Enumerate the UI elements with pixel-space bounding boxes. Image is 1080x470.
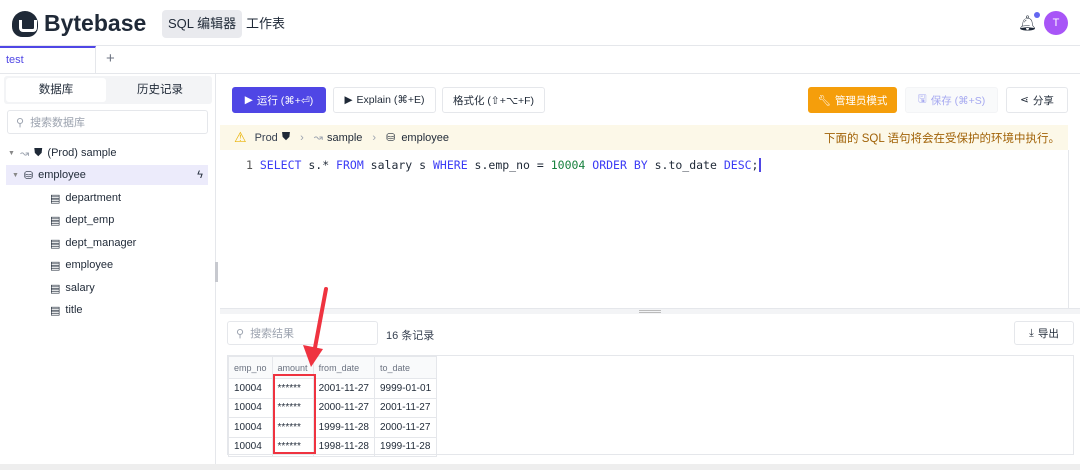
database-icon: ⛁ <box>23 169 34 182</box>
sidebar: 数据库 历史记录 ⚲ 搜索数据库 ▼ ↝ ⛊ (Prod) sample ▼ ⛁ emplo… <box>0 74 218 470</box>
breadcrumb: ⚠ Prod ⛊ › ↝ sample › ⛁ employee 下面的 SQL… <box>220 125 1068 150</box>
table-cell[interactable]: 10004 <box>228 397 273 418</box>
table-cell[interactable]: 10004 <box>228 436 273 457</box>
save-button[interactable]: 🖫︎ 保存 (⌘+S) <box>905 87 998 113</box>
wrench-icon: 🔧︎ <box>817 94 831 107</box>
sql-token: ; <box>751 158 759 172</box>
tab-history[interactable]: 历史记录 <box>108 78 212 102</box>
bottom-bar <box>0 464 1080 470</box>
table-icon: ▤ <box>50 192 61 205</box>
table-cell[interactable]: 1999-11-28 <box>373 436 438 457</box>
table-cell[interactable]: 10004 <box>228 417 273 438</box>
table-cell[interactable]: 9999-01-01 <box>373 378 438 399</box>
admin-mode-button[interactable]: 🔧︎ 管理员模式 <box>808 87 897 113</box>
mysql-icon: ↝ <box>313 132 323 144</box>
tree-table[interactable]: ▤ title <box>50 300 83 320</box>
share-icon: ⋖ <box>1020 94 1029 106</box>
bytebase-logo-icon <box>12 10 38 37</box>
protected-env-warning: 下面的 SQL 语句将会在受保护的环境中执行。 <box>824 132 1060 145</box>
sql-token: s.emp_no = <box>467 158 551 172</box>
breadcrumb-database[interactable]: employee <box>401 132 449 144</box>
editor-scrollbar[interactable] <box>1068 150 1069 310</box>
tab-databases[interactable]: 数据库 <box>6 78 106 102</box>
record-count: 16 条记录 <box>386 330 435 342</box>
tree-table[interactable]: ▤ dept_manager <box>50 233 136 253</box>
bell-icon[interactable]: 🔔︎ <box>1018 12 1041 32</box>
table-icon: ▤ <box>50 214 61 227</box>
warning-icon: ⚠ <box>234 129 247 145</box>
table-cell[interactable]: 1998-11-28 <box>312 436 375 457</box>
table-row[interactable]: 10004 ****** 1998-11-28 1999-11-28 <box>228 436 438 457</box>
avatar[interactable]: T <box>1044 11 1068 35</box>
table-cell[interactable]: 1999-11-28 <box>312 417 375 438</box>
table-icon: ▤ <box>50 304 61 317</box>
breadcrumb-instance[interactable]: sample <box>327 132 362 144</box>
table-cell[interactable]: 2001-11-27 <box>373 397 438 418</box>
table-cell[interactable]: 10004 <box>228 378 273 399</box>
tree-table[interactable]: ▤ salary <box>50 278 95 298</box>
run-button[interactable]: ▶ 运行 (⌘+⏎) <box>232 87 326 113</box>
tab-bar: test + <box>0 46 1080 74</box>
sql-token: ORDER BY <box>592 158 648 172</box>
tree-table[interactable]: ▤ employee <box>50 255 113 275</box>
sql-token: DESC <box>723 158 752 172</box>
column-header[interactable]: emp_no <box>228 356 273 379</box>
shield-icon: ⛊ <box>34 146 43 159</box>
tree-instance[interactable]: ▼ ↝ ⛊ (Prod) sample <box>8 143 116 163</box>
sql-token: SELECT <box>259 158 302 172</box>
table-row[interactable]: 10004 ****** 1999-11-28 2000-11-27 <box>228 417 438 438</box>
sql-token: s.* <box>301 158 337 172</box>
add-tab-button[interactable]: + <box>106 50 115 67</box>
tree-database[interactable]: ▼ ⛁ employee ϟ <box>6 165 208 185</box>
search-icon: ⚲ <box>16 116 25 129</box>
share-button[interactable]: ⋖ 分享 <box>1006 87 1068 113</box>
tree-table[interactable]: ▤ dept_emp <box>50 210 114 230</box>
database-icon: ⛁ <box>386 132 396 144</box>
table-icon: ▤ <box>50 282 61 295</box>
export-button[interactable]: ⤓ 导出 <box>1014 321 1074 345</box>
play-icon: ▶ <box>244 94 253 106</box>
format-button[interactable]: 格式化 (⇧+⌥+F) <box>442 87 545 113</box>
result-table-wrapper: emp_no amount from_date to_date 10004 ***… <box>227 355 1074 457</box>
database-search-input[interactable]: ⚲ 搜索数据库 <box>7 110 208 134</box>
mysql-icon: ↝ <box>19 147 30 160</box>
nav-sql-editor[interactable]: SQL 编辑器 <box>162 10 243 38</box>
highlight-box <box>273 374 316 454</box>
top-header: Bytebase SQL 编辑器 工作表 🔔︎ T <box>0 0 1080 46</box>
tree-table[interactable]: ▤ department <box>50 188 121 208</box>
lightning-icon[interactable]: ϟ <box>197 169 203 181</box>
table-cell[interactable]: 2001-11-27 <box>312 378 375 399</box>
sql-editor[interactable]: 1 SELECT s.* FROM salary s WHERE s.emp_n… <box>246 158 1066 308</box>
download-icon: ⤓ <box>1029 326 1034 339</box>
sql-token: salary s <box>363 158 433 172</box>
shield-icon: ⛊ <box>281 131 291 143</box>
result-table: emp_no amount from_date to_date 10004 ***… <box>228 356 438 457</box>
save-icon: 🖫︎ <box>917 93 927 105</box>
sql-token: WHERE <box>433 158 468 172</box>
table-icon: ▤ <box>50 237 61 250</box>
annotation-arrow-icon <box>303 287 328 367</box>
table-cell[interactable]: 2000-11-27 <box>312 397 375 418</box>
table-row[interactable]: 10004 ****** 2000-11-27 2001-11-27 <box>228 397 438 418</box>
explain-button[interactable]: ▶ Explain (⌘+E) <box>333 87 436 113</box>
nav-worksheet[interactable]: 工作表 <box>240 10 291 38</box>
sql-token: 10004 <box>550 158 586 172</box>
sql-token: s.to_date <box>647 158 724 172</box>
column-header[interactable]: to_date <box>373 356 438 379</box>
sql-text: SELECT s.* FROM salary s WHERE s.emp_no … <box>260 158 759 172</box>
play-icon: ▶ <box>344 94 353 106</box>
sql-token: FROM <box>336 158 364 172</box>
table-icon: ▤ <box>50 259 61 272</box>
sidebar-resize-handle[interactable] <box>215 262 218 282</box>
logo[interactable]: Bytebase <box>12 10 146 37</box>
search-icon: ⚲ <box>236 327 245 340</box>
splitter[interactable] <box>220 308 1080 314</box>
table-cell[interactable]: 2000-11-27 <box>373 417 438 438</box>
tab-test[interactable]: test <box>0 46 96 74</box>
table-row[interactable]: 10004 ****** 2001-11-27 9999-01-01 <box>228 378 438 399</box>
